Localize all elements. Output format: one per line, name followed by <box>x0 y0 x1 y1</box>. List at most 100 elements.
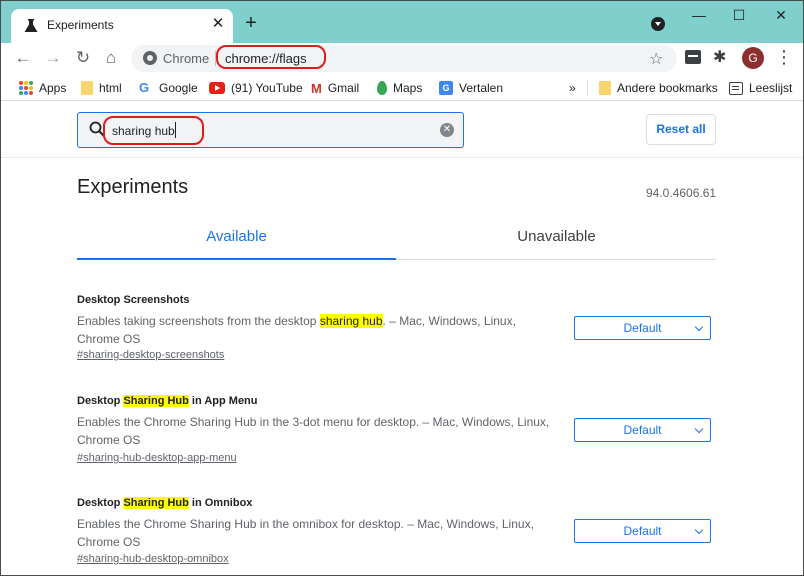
extension-icon[interactable] <box>685 50 701 64</box>
reload-icon[interactable]: ↻ <box>73 48 93 68</box>
tab-title: Experiments <box>47 18 114 32</box>
bookmark-html[interactable]: html <box>81 79 122 97</box>
tab-label: Unavailable <box>517 228 596 245</box>
maps-icon <box>377 81 387 95</box>
browser-window: Experiments ✕ + — ☐ ✕ ← → ↻ ⌂ Chrome chr… <box>0 0 804 576</box>
flag-state-select[interactable]: Default <box>574 316 711 340</box>
url-text[interactable]: chrome://flags <box>225 51 307 66</box>
tab-experiments[interactable]: Experiments ✕ <box>11 9 233 43</box>
tab-label: Available <box>206 228 267 245</box>
flag-title-text: in Omnibox <box>188 497 253 509</box>
flag-title-text: Desktop <box>77 395 124 407</box>
flag-description: Enables the Chrome Sharing Hub in the 3-… <box>77 413 557 449</box>
back-arrow-icon[interactable]: ← <box>13 48 33 68</box>
reading-list-label: Leeslijst <box>749 81 793 95</box>
close-window-button[interactable]: ✕ <box>759 3 803 27</box>
omnibox-divider <box>215 51 216 66</box>
flag-anchor-link[interactable]: #sharing-hub-desktop-app-menu <box>77 452 237 464</box>
bookmark-google[interactable]: G Google <box>139 79 198 97</box>
bookmark-apps[interactable]: Apps <box>19 79 66 97</box>
bookmarks-divider <box>587 80 588 96</box>
flag-desc-text: Enables taking screenshots from the desk… <box>77 314 320 328</box>
bookmark-gmail[interactable]: M Gmail <box>311 79 359 97</box>
flag-title-text: in App Menu <box>188 395 258 407</box>
flask-icon <box>24 19 38 32</box>
search-highlight: Sharing Hub <box>123 395 189 407</box>
version-label: 94.0.4606.61 <box>646 186 717 200</box>
chevron-down-icon <box>694 322 704 332</box>
translate-icon: G <box>439 81 453 95</box>
flag-title-text: Desktop <box>77 497 124 509</box>
flag-item: Desktop Sharing Hub in App Menu Enables … <box>77 393 716 473</box>
flag-title: Desktop Sharing Hub in App Menu <box>77 393 716 409</box>
text-caret <box>175 122 176 138</box>
bookmark-label: Apps <box>39 81 67 95</box>
site-label: Chrome <box>163 51 210 66</box>
chevron-down-icon <box>694 424 704 434</box>
search-header: sharing hub ✕ Reset all <box>1 102 803 158</box>
minimize-button[interactable]: — <box>677 3 721 27</box>
clear-search-icon[interactable]: ✕ <box>440 123 454 137</box>
menu-kebab-icon[interactable]: ⋮ <box>775 47 793 69</box>
title-bar: Experiments ✕ + — ☐ ✕ <box>1 1 803 43</box>
flag-state-select[interactable]: Default <box>574 418 711 442</box>
flags-page: sharing hub ✕ Reset all Experiments 94.0… <box>1 102 803 575</box>
close-tab-icon[interactable]: ✕ <box>209 15 227 33</box>
active-tab-indicator <box>77 258 396 260</box>
folder-icon <box>81 81 93 95</box>
search-query: sharing hub <box>112 124 175 138</box>
reading-list[interactable]: Leeslijst <box>729 79 792 97</box>
select-value: Default <box>623 423 662 437</box>
google-icon: G <box>139 80 150 95</box>
flag-title-text: Desktop Screenshots <box>77 294 190 306</box>
reset-all-button[interactable]: Reset all <box>646 114 716 145</box>
address-bar[interactable]: Chrome chrome://flags ☆ <box>131 45 677 72</box>
forward-arrow-icon[interactable]: → <box>43 48 63 68</box>
profile-avatar[interactable]: G <box>742 47 764 69</box>
flag-item: Desktop Screenshots Enables taking scree… <box>77 292 716 372</box>
home-icon[interactable]: ⌂ <box>101 48 121 68</box>
bookmark-maps[interactable]: Maps <box>377 79 422 97</box>
gmail-icon: M <box>311 80 322 96</box>
flag-anchor-link[interactable]: #sharing-desktop-screenshots <box>77 349 224 361</box>
folder-icon <box>599 81 611 95</box>
search-highlight: Sharing Hub <box>123 497 189 509</box>
apps-grid-icon <box>19 81 33 95</box>
chrome-site-icon <box>143 51 157 65</box>
tab-unavailable[interactable]: Unavailable <box>397 228 716 260</box>
bookmark-label: Gmail <box>327 81 360 95</box>
flag-title: Desktop Screenshots <box>77 292 716 308</box>
bookmark-other[interactable]: Andere bookmarks <box>599 79 718 97</box>
reading-list-icon <box>729 81 743 95</box>
flag-description: Enables taking screenshots from the desk… <box>77 312 557 348</box>
bookmarks-overflow-button[interactable]: » <box>569 79 576 97</box>
bookmark-label: Andere bookmarks <box>617 81 718 95</box>
bookmark-vertalen[interactable]: G Vertalen <box>439 79 503 97</box>
select-value: Default <box>623 321 662 335</box>
search-highlight: sharing hub <box>319 314 383 328</box>
bookmark-youtube[interactable]: (91) YouTube <box>209 79 303 97</box>
flag-desc-text: Enables the Chrome Sharing Hub in the 3-… <box>77 415 550 447</box>
new-tab-button[interactable]: + <box>241 13 261 33</box>
search-icon <box>89 121 105 137</box>
extensions-puzzle-icon[interactable]: ✱ <box>713 47 726 67</box>
page-title: Experiments <box>77 176 189 198</box>
search-input[interactable]: sharing hub ✕ <box>77 112 464 148</box>
flag-state-select[interactable]: Default <box>574 519 711 543</box>
bookmark-label: html <box>99 81 122 95</box>
tab-available[interactable]: Available <box>77 228 396 260</box>
tab-search-icon[interactable] <box>651 17 665 31</box>
bookmarks-bar: Apps html G Google (91) YouTube M Gmail … <box>1 73 803 101</box>
select-value: Default <box>623 524 662 538</box>
bookmark-label: Maps <box>393 81 423 95</box>
flag-item: Desktop Sharing Hub in Omnibox Enables t… <box>77 495 716 575</box>
flag-anchor-link[interactable]: #sharing-hub-desktop-omnibox <box>77 553 229 565</box>
flags-tabs: Available Unavailable <box>77 220 716 260</box>
bookmark-label: Google <box>159 81 198 95</box>
bookmark-star-icon[interactable]: ☆ <box>649 49 663 69</box>
maximize-button[interactable]: ☐ <box>717 3 761 27</box>
toolbar: ← → ↻ ⌂ Chrome chrome://flags ☆ ✱ G ⋮ <box>1 43 803 73</box>
bookmark-label: Vertalen <box>459 81 504 95</box>
youtube-icon <box>209 82 225 94</box>
flag-title: Desktop Sharing Hub in Omnibox <box>77 495 716 511</box>
